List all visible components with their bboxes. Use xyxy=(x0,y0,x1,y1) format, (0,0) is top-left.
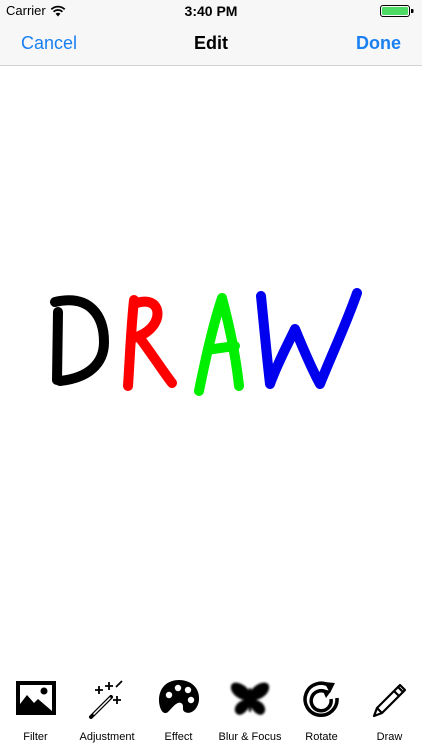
status-time: 3:40 PM xyxy=(184,3,238,19)
letter-d-stroke xyxy=(50,295,109,386)
palette-icon xyxy=(158,680,199,716)
battery-icon xyxy=(380,5,414,17)
tool-adjustment[interactable]: Adjustment xyxy=(71,672,143,750)
tool-blur-focus[interactable]: Blur & Focus xyxy=(214,672,286,750)
letter-a-stroke xyxy=(194,293,244,396)
drawing-canvas[interactable]: DRAW xyxy=(0,66,422,672)
tool-draw[interactable]: Draw xyxy=(357,672,422,750)
tool-filter-label: Filter xyxy=(23,731,48,743)
tool-rotate[interactable]: Rotate xyxy=(286,672,357,750)
tool-filter[interactable]: Filter xyxy=(0,672,71,750)
tool-blur-focus-label: Blur & Focus xyxy=(218,731,282,743)
tool-effect-label: Effect xyxy=(164,731,193,743)
pencil-icon xyxy=(372,683,406,718)
letter-w-stroke xyxy=(256,288,362,389)
edit-toolbar: Filter Adjustment Effect Blur & Focus Ro… xyxy=(0,672,422,750)
tool-draw-label: Draw xyxy=(376,731,403,743)
tool-effect[interactable]: Effect xyxy=(143,672,214,750)
navigation-bar: Cancel Edit Done xyxy=(0,22,422,66)
tool-adjustment-label: Adjustment xyxy=(79,731,135,743)
drawing-strokes xyxy=(50,288,362,396)
done-button[interactable]: Done xyxy=(356,33,401,54)
magic-wand-icon xyxy=(89,680,123,719)
butterfly-icon xyxy=(230,682,270,715)
tool-rotate-label: Rotate xyxy=(305,731,338,743)
status-bar: Carrier 3:40 PM xyxy=(0,0,422,22)
letter-r-stroke xyxy=(123,295,177,391)
landscape-photo-icon xyxy=(15,681,56,715)
rotate-icon xyxy=(302,681,339,718)
